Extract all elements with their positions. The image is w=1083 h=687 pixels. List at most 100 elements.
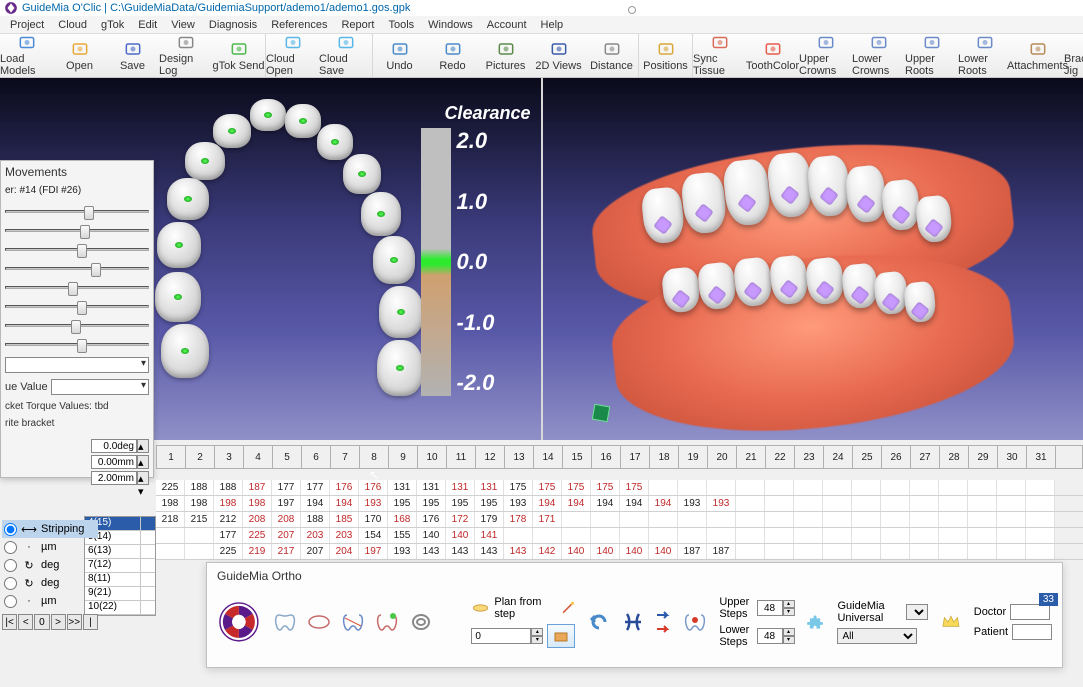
disc-icon[interactable] xyxy=(471,599,490,617)
pisces-icon[interactable] xyxy=(621,612,645,632)
nav-button[interactable]: 0 xyxy=(34,614,49,630)
data-cell[interactable]: 142 xyxy=(533,544,562,559)
menu-gtok[interactable]: gTok xyxy=(95,18,130,32)
data-cell[interactable] xyxy=(939,528,968,543)
data-cell[interactable]: 143 xyxy=(446,544,475,559)
data-cell[interactable]: 198 xyxy=(243,496,272,511)
tool-upper-crowns[interactable]: Upper Crowns xyxy=(799,34,852,77)
data-cell[interactable]: 195 xyxy=(417,496,446,511)
menu-project[interactable]: Project xyxy=(4,18,50,32)
nav-button[interactable]: | xyxy=(83,614,98,630)
menu-report[interactable]: Report xyxy=(335,18,380,32)
data-cell[interactable]: 177 xyxy=(214,528,243,543)
data-cell[interactable] xyxy=(649,528,678,543)
data-cell[interactable]: 143 xyxy=(417,544,446,559)
option-row[interactable]: ·µm xyxy=(2,538,98,556)
option-radio[interactable] xyxy=(4,541,17,554)
data-cell[interactable]: 187 xyxy=(707,544,736,559)
axis-gizmo-icon[interactable] xyxy=(593,405,623,435)
data-cell[interactable]: 172 xyxy=(446,512,475,527)
data-cell[interactable] xyxy=(852,496,881,511)
tool-cloud-open[interactable]: Cloud Open xyxy=(266,34,319,77)
viewport[interactable]: Clearance 2.01.00.0-1.0-2.0 ↖ xyxy=(0,78,1083,440)
data-cell[interactable] xyxy=(823,496,852,511)
data-cell[interactable] xyxy=(968,528,997,543)
arrow-right-blue-icon[interactable] xyxy=(655,609,673,621)
data-cell[interactable]: 194 xyxy=(649,496,678,511)
data-cell[interactable] xyxy=(649,480,678,495)
data-cell[interactable]: 187 xyxy=(678,544,707,559)
data-cell[interactable]: 195 xyxy=(475,496,504,511)
movements-dropdown[interactable] xyxy=(5,357,149,373)
data-cell[interactable] xyxy=(823,528,852,543)
data-cell[interactable] xyxy=(997,544,1026,559)
tool-gtok-send[interactable]: gTok Send xyxy=(212,34,265,77)
occlusal-tooth[interactable] xyxy=(343,154,381,194)
data-cell[interactable]: 171 xyxy=(533,512,562,527)
data-cell[interactable]: 194 xyxy=(591,496,620,511)
data-cell[interactable]: 185 xyxy=(330,512,359,527)
tool-positions[interactable]: Positions xyxy=(639,34,692,77)
data-cell[interactable]: 203 xyxy=(301,528,330,543)
data-cell[interactable]: 204 xyxy=(330,544,359,559)
tool-lower-crowns[interactable]: Lower Crowns xyxy=(852,34,905,77)
data-cell[interactable]: 208 xyxy=(272,512,301,527)
data-cell[interactable] xyxy=(997,480,1026,495)
menu-help[interactable]: Help xyxy=(535,18,570,32)
data-cell[interactable] xyxy=(1026,512,1055,527)
data-cell[interactable] xyxy=(910,544,939,559)
data-cell[interactable] xyxy=(562,512,591,527)
option-row[interactable]: ·µm xyxy=(2,592,98,610)
option-radio[interactable] xyxy=(4,577,17,590)
data-cell[interactable] xyxy=(678,528,707,543)
data-cell[interactable]: 175 xyxy=(591,480,620,495)
data-cell[interactable] xyxy=(910,480,939,495)
data-row[interactable]: 2182152122082081881851701681761721791781… xyxy=(156,512,1083,528)
data-cell[interactable]: 176 xyxy=(330,480,359,495)
data-cell[interactable]: 140 xyxy=(649,544,678,559)
data-cell[interactable] xyxy=(649,512,678,527)
option-radio[interactable] xyxy=(4,523,17,536)
data-cell[interactable] xyxy=(968,496,997,511)
data-cell[interactable]: 194 xyxy=(562,496,591,511)
data-cell[interactable]: 143 xyxy=(475,544,504,559)
occlusal-tooth[interactable] xyxy=(157,222,201,268)
data-cell[interactable]: 176 xyxy=(417,512,446,527)
option-row[interactable]: ↻deg xyxy=(2,556,98,574)
data-cell[interactable]: 178 xyxy=(504,512,533,527)
movement-slider-5[interactable] xyxy=(5,297,149,315)
data-cell[interactable]: 217 xyxy=(272,544,301,559)
data-row[interactable]: 1981981981981971941941931951951951951931… xyxy=(156,496,1083,512)
data-cell[interactable] xyxy=(852,544,881,559)
ortho-bottom-panel[interactable]: GuideMia Ortho Plan from step ▴▾ xyxy=(206,562,1063,668)
all-select[interactable]: All xyxy=(837,628,917,644)
tool-lower-roots[interactable]: Lower Roots xyxy=(958,34,1011,77)
data-cell[interactable] xyxy=(707,528,736,543)
occlusal-tooth[interactable] xyxy=(285,104,321,138)
data-cell[interactable]: 188 xyxy=(301,512,330,527)
tooth-icon-3[interactable] xyxy=(341,612,365,632)
tooth-target-icon[interactable] xyxy=(683,612,707,632)
data-cell[interactable] xyxy=(881,496,910,511)
data-cell[interactable] xyxy=(736,544,765,559)
data-cell[interactable] xyxy=(1026,528,1055,543)
option-row[interactable]: ↻deg xyxy=(2,574,98,592)
data-cell[interactable]: 175 xyxy=(533,480,562,495)
torque-value-select[interactable] xyxy=(51,379,149,395)
data-cell[interactable]: 212 xyxy=(214,512,243,527)
data-cell[interactable] xyxy=(1026,480,1055,495)
data-cell[interactable] xyxy=(823,480,852,495)
doctor-input[interactable] xyxy=(1010,604,1050,620)
data-cell[interactable] xyxy=(533,528,562,543)
data-cell[interactable]: 218 xyxy=(156,512,185,527)
data-cell[interactable] xyxy=(1026,544,1055,559)
data-cell[interactable]: 195 xyxy=(388,496,417,511)
data-cell[interactable] xyxy=(939,512,968,527)
tool-toothcolor[interactable]: ToothColor xyxy=(746,34,799,77)
data-cell[interactable] xyxy=(881,528,910,543)
data-cell[interactable]: 155 xyxy=(388,528,417,543)
movement-slider-6[interactable] xyxy=(5,316,149,334)
data-cell[interactable]: 193 xyxy=(678,496,707,511)
data-cell[interactable]: 175 xyxy=(504,480,533,495)
data-cell[interactable]: 131 xyxy=(475,480,504,495)
